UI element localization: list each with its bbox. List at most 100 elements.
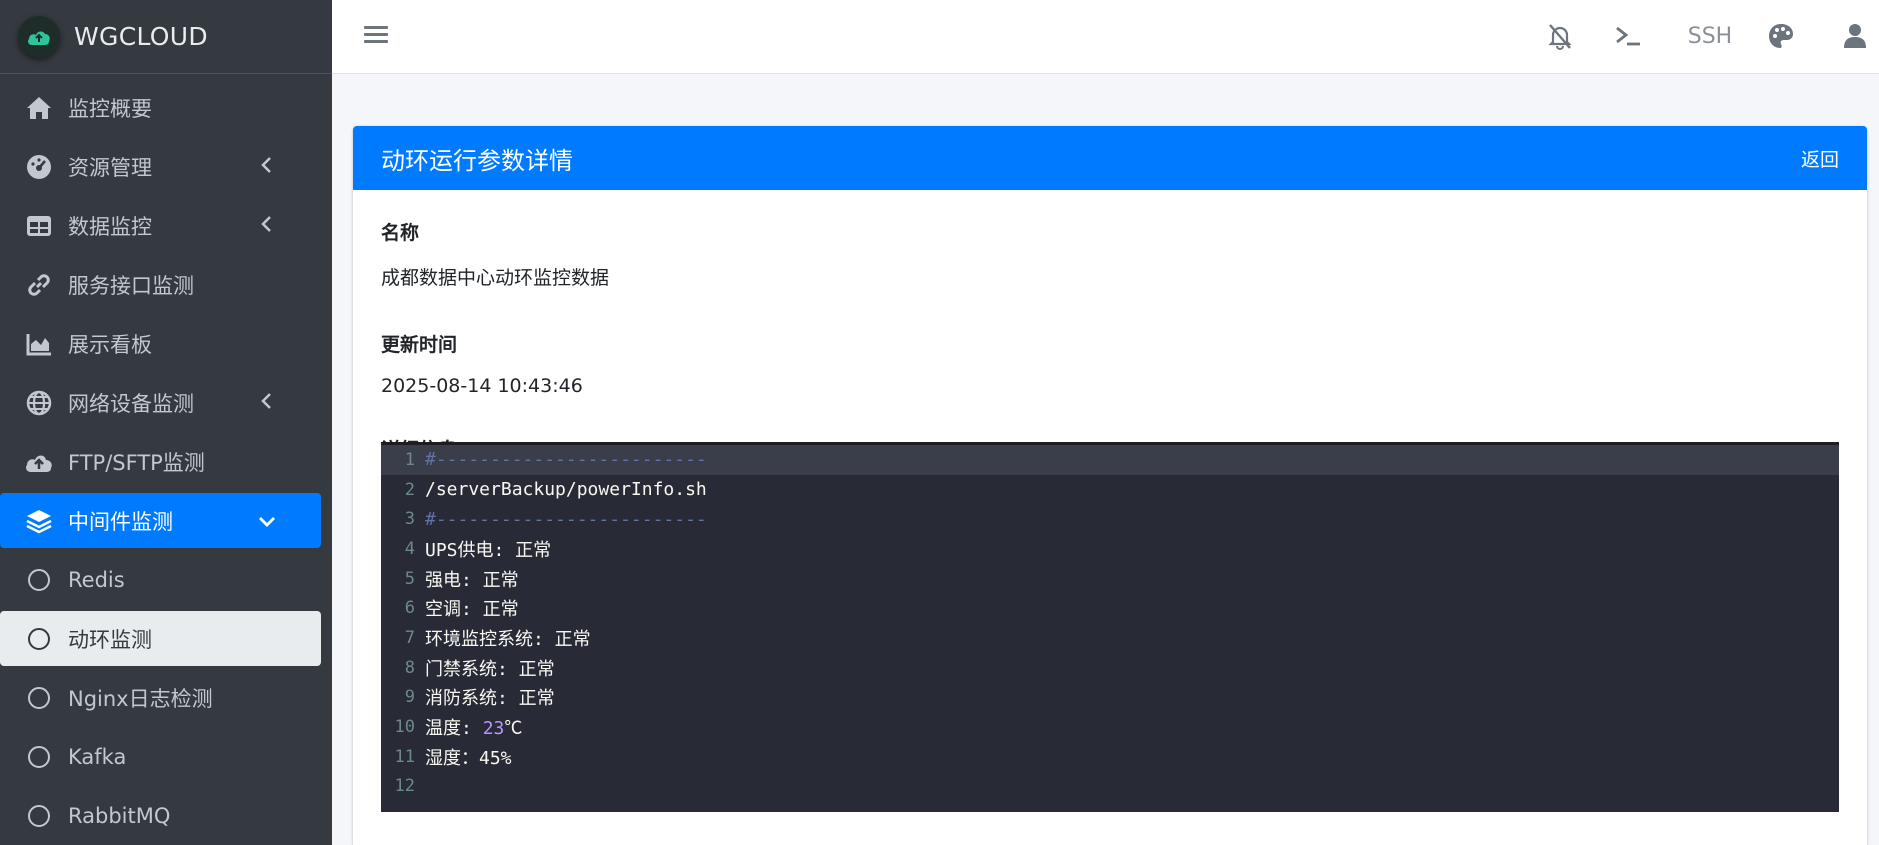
chevron-left-icon <box>260 214 272 238</box>
code-line: 12 <box>381 772 1839 802</box>
code-line: 7 环境监控系统: 正常 <box>381 623 1839 653</box>
brand-name: WGCLOUD <box>74 22 208 51</box>
layers-icon <box>24 506 54 536</box>
code-line: 2 /serverBackup/powerInfo.sh <box>381 475 1839 505</box>
sidebar-subitem-power-env[interactable]: 动环监测 <box>0 611 321 666</box>
code-text: UPS供电: 正常 <box>425 539 552 561</box>
terminal-icon[interactable] <box>1612 20 1644 52</box>
bell-slash-icon[interactable] <box>1544 20 1576 52</box>
sidebar-subitem-nginx[interactable]: Nginx日志检测 <box>0 670 332 725</box>
sidebar-subitem-label: Redis <box>68 567 125 592</box>
code-text-after: ℃ <box>504 718 523 740</box>
user-icon[interactable] <box>1839 20 1871 52</box>
line-number: 9 <box>404 687 415 708</box>
sidebar-nav: 监控概要 资源管理 数据监控 服务接口监测 展示看板 网络设备监测 FTP/SF… <box>0 80 332 843</box>
code-editor[interactable]: 1 #------------------------- 2 /serverBa… <box>381 442 1839 812</box>
sidebar-subitem-label: Kafka <box>68 744 127 769</box>
code-text: /serverBackup/powerInfo.sh <box>425 479 707 501</box>
update-time-value: 2025-08-14 10:43:46 <box>381 375 583 397</box>
sidebar-item-label: 监控概要 <box>68 96 152 121</box>
name-value: 成都数据中心动环监控数据 <box>381 267 610 289</box>
code-line: 9 消防系统: 正常 <box>381 683 1839 713</box>
code-line: 11 湿度：45% <box>381 742 1839 772</box>
sidebar-item-network-devices[interactable]: 网络设备监测 <box>0 375 332 430</box>
dashboard-gauge-icon <box>24 152 54 182</box>
chevron-left-icon <box>260 155 272 179</box>
circle-icon <box>24 683 54 713</box>
sidebar-item-service-api[interactable]: 服务接口监测 <box>0 257 332 312</box>
area-chart-icon <box>24 329 54 359</box>
code-text: 环境监控系统: 正常 <box>425 628 591 650</box>
circle-icon <box>24 742 54 772</box>
back-link[interactable]: 返回 <box>1801 145 1839 172</box>
card-header: 动环运行参数详情 返回 <box>353 126 1867 190</box>
sidebar-subitem-redis[interactable]: Redis <box>0 552 332 607</box>
code-text: 强电: 正常 <box>425 569 519 591</box>
code-text: #------------------------- <box>425 508 707 530</box>
line-number: 6 <box>404 598 415 619</box>
sidebar-item-label: FTP/SFTP监测 <box>68 450 205 475</box>
circle-icon <box>24 565 54 595</box>
sidebar-subitem-rabbitmq[interactable]: RabbitMQ <box>0 788 332 843</box>
sidebar-item-label: 资源管理 <box>68 155 152 180</box>
table-icon <box>24 211 54 241</box>
code-line: 1 #------------------------- <box>381 445 1839 475</box>
sidebar-subitem-label: Nginx日志检测 <box>68 686 213 711</box>
sidebar-item-overview[interactable]: 监控概要 <box>0 80 332 135</box>
chevron-down-icon <box>258 509 276 533</box>
home-icon <box>24 93 54 123</box>
card-body: 名称 成都数据中心动环监控数据 更新时间 2025-08-14 10:43:46… <box>353 190 1867 462</box>
sidebar-item-data-monitor[interactable]: 数据监控 <box>0 198 332 253</box>
line-number: 1 <box>404 449 415 470</box>
name-label: 名称 <box>381 222 420 244</box>
code-line: 4 UPS供电: 正常 <box>381 534 1839 564</box>
sidebar-subitem-label: 动环监测 <box>68 627 152 652</box>
circle-icon <box>24 801 54 831</box>
update-time-label: 更新时间 <box>381 334 458 356</box>
line-number: 5 <box>404 568 415 589</box>
chevron-left-icon <box>260 391 272 415</box>
sidebar-item-label: 展示看板 <box>68 332 152 357</box>
sidebar-subitem-label: RabbitMQ <box>68 803 171 828</box>
code-number: 23 <box>482 718 505 740</box>
sidebar-item-dashboard-board[interactable]: 展示看板 <box>0 316 332 371</box>
code-text: 空调: 正常 <box>425 599 519 621</box>
sidebar-item-label: 服务接口监测 <box>68 273 194 298</box>
code-text: #------------------------- <box>425 449 707 471</box>
sidebar-item-label: 数据监控 <box>68 214 152 239</box>
ssh-label: SSH <box>1687 23 1733 49</box>
code-text-before: 温度: <box>425 718 483 740</box>
code-line: 8 门禁系统: 正常 <box>381 653 1839 683</box>
link-icon <box>24 270 54 300</box>
ssh-button[interactable]: SSH <box>1685 20 1735 52</box>
line-number: 2 <box>404 479 415 500</box>
code-text: 消防系统: 正常 <box>425 688 555 710</box>
line-number: 12 <box>394 776 415 797</box>
palette-icon[interactable] <box>1765 20 1797 52</box>
sidebar-item-label: 网络设备监测 <box>68 391 194 416</box>
sidebar-item-resources[interactable]: 资源管理 <box>0 139 332 194</box>
line-number: 8 <box>404 657 415 678</box>
line-number: 7 <box>404 627 415 648</box>
line-number: 4 <box>404 538 415 559</box>
line-number: 10 <box>394 717 415 738</box>
globe-icon <box>24 388 54 418</box>
code-line: 3 #------------------------- <box>381 504 1839 534</box>
brand[interactable]: WGCLOUD <box>0 0 332 74</box>
code-text: 门禁系统: 正常 <box>425 658 555 680</box>
code-line: 6 空调: 正常 <box>381 593 1839 623</box>
sidebar-item-label: 中间件监测 <box>68 509 173 534</box>
cloud-upload-icon <box>24 447 54 477</box>
hamburger-menu-icon[interactable] <box>364 22 388 48</box>
detail-card: 动环运行参数详情 返回 名称 成都数据中心动环监控数据 更新时间 2025-08… <box>353 126 1867 845</box>
line-number: 11 <box>394 746 415 767</box>
sidebar-subitem-kafka[interactable]: Kafka <box>0 729 332 784</box>
code-line: 10 温度: 23℃ <box>381 712 1839 742</box>
card-title: 动环运行参数详情 <box>381 146 573 175</box>
code-text: 温度: 23℃ <box>419 714 522 740</box>
circle-icon <box>24 624 54 654</box>
cloud-logo-icon <box>18 15 60 58</box>
sidebar-item-middleware[interactable]: 中间件监测 <box>0 493 321 548</box>
code-line: 5 强电: 正常 <box>381 564 1839 594</box>
sidebar-item-ftp-sftp[interactable]: FTP/SFTP监测 <box>0 434 332 489</box>
